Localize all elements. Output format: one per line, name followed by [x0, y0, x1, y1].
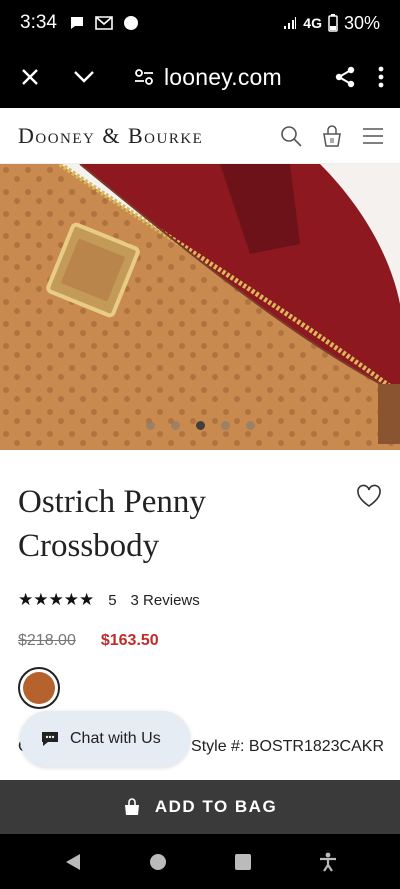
- price-row: $218.00 $163.50: [18, 632, 159, 650]
- color-swatch[interactable]: [18, 667, 60, 709]
- share-icon[interactable]: [334, 66, 356, 88]
- add-to-bag-label: ADD TO BAG: [154, 797, 278, 816]
- status-right: 4G 30%: [283, 13, 380, 34]
- status-bar: 3:34 4G 30%: [0, 0, 400, 46]
- carousel-dot[interactable]: [220, 421, 230, 430]
- android-nav-bar: [0, 834, 400, 889]
- product-info: Ostrich Penny Crossbody: [0, 450, 400, 568]
- circle-status-icon: [123, 16, 138, 30]
- accessibility-icon[interactable]: [319, 852, 337, 872]
- home-icon[interactable]: [149, 853, 167, 871]
- carousel-dots: [0, 421, 400, 430]
- brand-logo[interactable]: Dooney & Bourke: [18, 123, 203, 149]
- chat-label: Chat with Us: [70, 730, 161, 747]
- add-to-bag-button[interactable]: ADD TO BAG: [0, 780, 400, 834]
- chat-bubble-icon: [70, 17, 83, 29]
- site-header: Dooney & Bourke: [0, 108, 400, 164]
- product-image-carousel[interactable]: [0, 164, 400, 450]
- battery-icon: [328, 14, 338, 32]
- star-rating-icon: ★★★★★: [18, 590, 95, 609]
- browser-toolbar: looney.com: [0, 46, 400, 108]
- product-photo: [0, 164, 400, 450]
- chat-with-us-button[interactable]: Chat with Us: [20, 711, 190, 767]
- carousel-dot[interactable]: [145, 421, 155, 430]
- chevron-down-icon[interactable]: [70, 63, 98, 91]
- menu-icon[interactable]: [362, 127, 384, 145]
- heart-icon[interactable]: [356, 484, 382, 508]
- rating-row[interactable]: ★★★★★ 5 3 Reviews: [18, 590, 200, 610]
- carousel-dot[interactable]: [245, 421, 255, 430]
- carousel-dot[interactable]: [170, 421, 180, 430]
- color-swatch-fill: [23, 672, 55, 704]
- more-options-icon[interactable]: [378, 66, 384, 88]
- search-icon[interactable]: [280, 125, 302, 147]
- product-title: Ostrich Penny Crossbody: [18, 484, 206, 564]
- back-icon[interactable]: [64, 853, 82, 871]
- original-price: $218.00: [18, 632, 76, 649]
- url-text[interactable]: looney.com: [164, 64, 282, 91]
- status-time: 3:34: [20, 12, 57, 33]
- chat-icon: [42, 732, 58, 746]
- sale-price: $163.50: [100, 632, 159, 649]
- style-number: Style #: BOSTR1823CAKR: [191, 738, 384, 755]
- bag-icon: [124, 798, 139, 815]
- shopping-bag-icon[interactable]: [320, 124, 344, 148]
- notification-icons: [69, 15, 139, 31]
- battery-label: 30%: [343, 12, 380, 33]
- carousel-dot-active[interactable]: [195, 421, 205, 430]
- rating-value: 5: [108, 591, 117, 609]
- signal-icon: [284, 17, 297, 29]
- network-label: 4G: [303, 15, 322, 31]
- recents-icon[interactable]: [234, 853, 252, 871]
- reviews-link[interactable]: 3 Reviews: [131, 592, 200, 609]
- gmail-icon: [95, 16, 113, 30]
- close-icon[interactable]: [16, 63, 44, 91]
- url-bar[interactable]: looney.com: [134, 64, 282, 91]
- site-settings-icon[interactable]: [134, 68, 154, 86]
